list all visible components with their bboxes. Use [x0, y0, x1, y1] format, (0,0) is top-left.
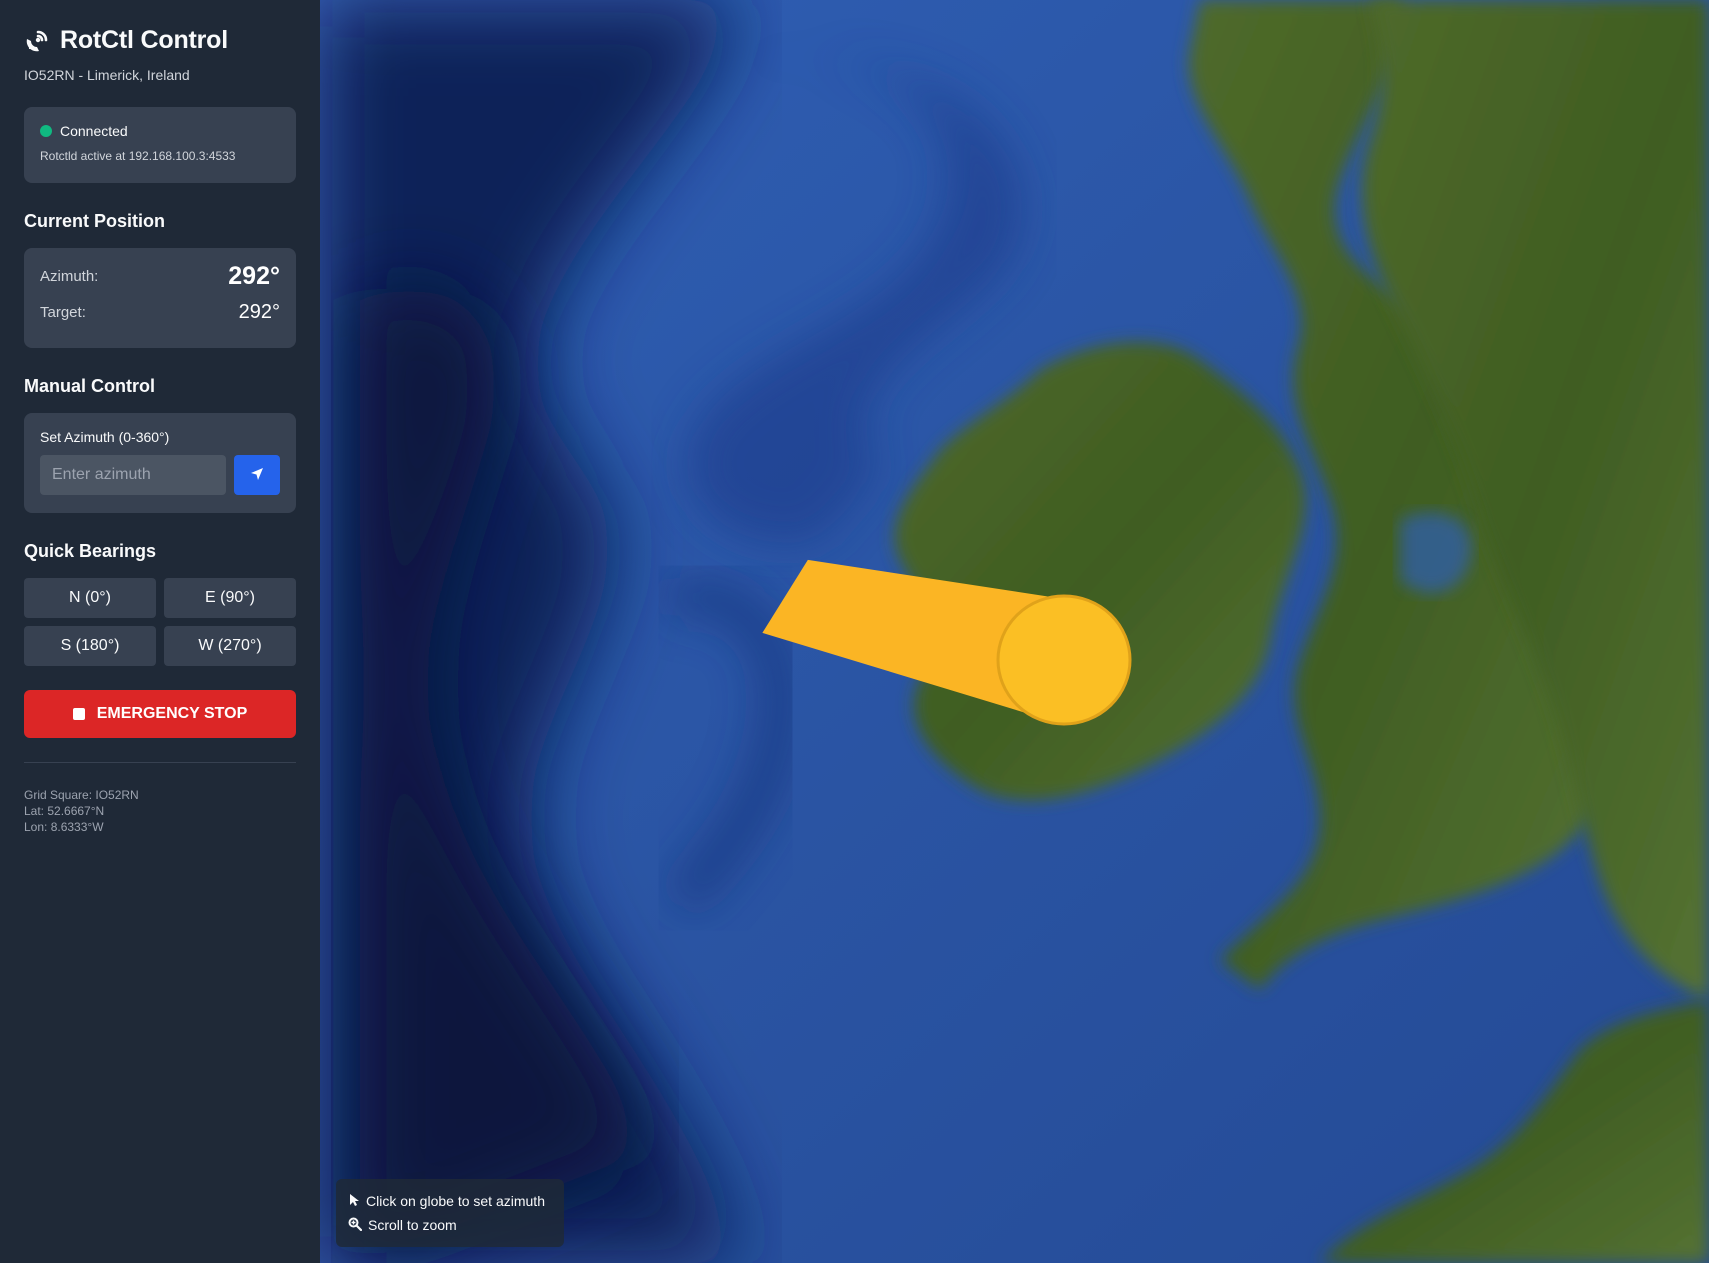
- longitude: Lon: 8.6333°W: [24, 820, 104, 834]
- connection-status-card: Connected Rotctld active at 192.168.100.…: [24, 107, 296, 183]
- app-header: RotCtl Control: [24, 26, 296, 55]
- manual-control-heading: Manual Control: [24, 376, 155, 396]
- grid-info: Grid Square: IO52RN Lat: 52.6667°N Lon: …: [24, 787, 296, 835]
- beam-base-cap: [996, 594, 1132, 726]
- emergency-stop-button[interactable]: EMERGENCY STOP: [24, 690, 296, 738]
- cursor-pointer-icon: [348, 1193, 360, 1210]
- grid-square: Grid Square: IO52RN: [24, 788, 139, 802]
- stop-icon: [72, 708, 85, 720]
- bearing-south-button[interactable]: S (180°): [24, 626, 156, 666]
- hint-click: Click on globe to set azimuth: [366, 1193, 545, 1209]
- emergency-stop-label: EMERGENCY STOP: [96, 705, 248, 722]
- map-hints-panel: Click on globe to set azimuth Scroll to …: [336, 1179, 564, 1247]
- target-value: 292°: [238, 301, 280, 323]
- bearing-east-button[interactable]: E (90°): [164, 578, 296, 618]
- azimuth-input-label: Set Azimuth (0-360°): [40, 429, 170, 445]
- azimuth-input[interactable]: [40, 455, 226, 495]
- target-label: Target:: [40, 304, 86, 321]
- quick-bearings-grid: N (0°) E (90°) S (180°) W (270°): [24, 578, 296, 666]
- send-arrow-icon: [249, 466, 265, 485]
- azimuth-value: 292°: [228, 262, 280, 290]
- hint-zoom: Scroll to zoom: [368, 1217, 457, 1233]
- zoom-icon: [348, 1217, 363, 1234]
- bearing-north-button[interactable]: N (0°): [24, 578, 156, 618]
- position-card: Azimuth: 292° Target: 292°: [24, 248, 296, 348]
- connection-status: Connected: [60, 123, 128, 139]
- latitude: Lat: 52.6667°N: [24, 804, 105, 818]
- quick-bearings-heading: Quick Bearings: [24, 541, 157, 561]
- sidebar: RotCtl Control IO52RN - Limerick, Irelan…: [0, 0, 320, 1263]
- status-indicator-dot: [40, 125, 52, 137]
- bearing-west-button[interactable]: W (270°): [164, 626, 296, 666]
- satellite-dish-icon: [24, 28, 50, 54]
- app-title: RotCtl Control: [60, 26, 228, 54]
- manual-control-card: Set Azimuth (0-360°): [24, 413, 296, 513]
- divider: [24, 762, 296, 763]
- current-position-heading: Current Position: [24, 211, 166, 231]
- send-azimuth-button[interactable]: [234, 455, 280, 495]
- globe-canvas[interactable]: [320, 0, 1709, 1263]
- globe-map[interactable]: Click on globe to set azimuth Scroll to …: [320, 0, 1709, 1263]
- station-location: IO52RN - Limerick, Ireland: [24, 67, 190, 83]
- azimuth-label: Azimuth:: [40, 268, 99, 285]
- connection-detail: Rotctld active at 192.168.100.3:4533: [40, 149, 236, 163]
